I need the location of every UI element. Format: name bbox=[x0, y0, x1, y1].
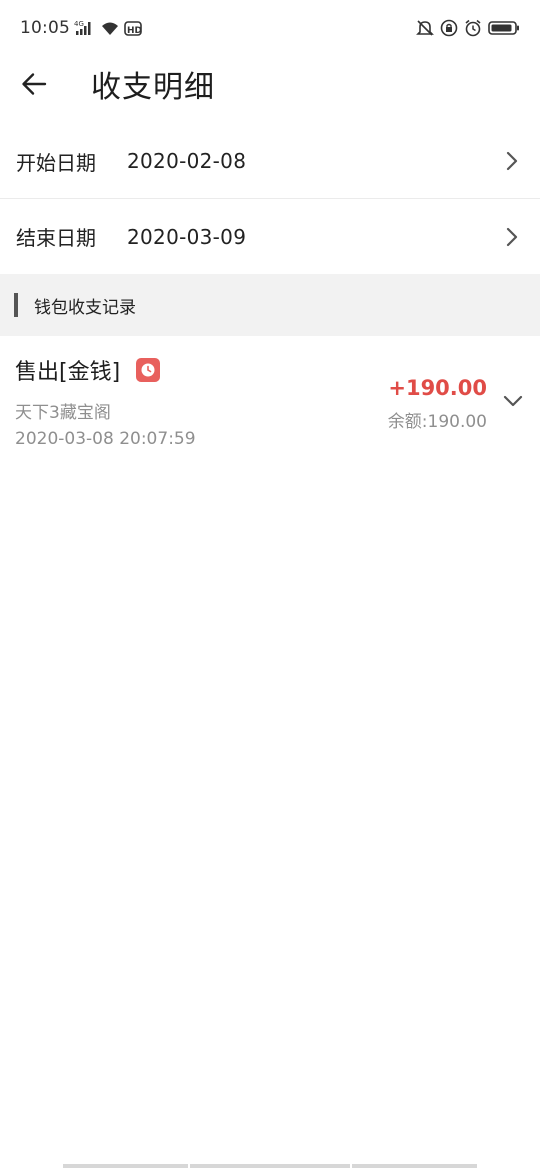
record-time: 2020-03-08 20:07:59 bbox=[15, 429, 196, 449]
balance-label: 余额: bbox=[387, 412, 428, 432]
section-accent-bar bbox=[14, 293, 18, 317]
record-source: 天下3藏宝阁 bbox=[15, 403, 111, 423]
section-header: 钱包收支记录 bbox=[0, 274, 540, 336]
hint-segment bbox=[63, 1164, 188, 1168]
record-amount: +190.00 bbox=[388, 376, 487, 400]
hd-label: HD bbox=[127, 26, 142, 36]
back-arrow-icon bbox=[20, 70, 48, 98]
record-title: 售出[金钱] bbox=[15, 360, 121, 385]
status-bar: 10:05 4G HD bbox=[0, 0, 540, 56]
status-time: 10:05 bbox=[20, 18, 70, 38]
list-item[interactable]: 售出[金钱] 天下3藏宝阁 2020-03-08 20:07:59 +190.0… bbox=[0, 336, 540, 464]
end-date-value: 2020-03-09 bbox=[127, 224, 247, 249]
record-title-row: 售出[金钱] bbox=[15, 354, 161, 386]
mute-icon bbox=[416, 19, 434, 37]
end-date-label: 结束日期 bbox=[16, 226, 96, 250]
chevron-down-icon[interactable] bbox=[501, 389, 525, 413]
section-title: 钱包收支记录 bbox=[34, 297, 136, 318]
status-left: 10:05 4G HD bbox=[20, 18, 142, 38]
lock-rotation-icon bbox=[440, 19, 458, 37]
start-date-label: 开始日期 bbox=[16, 150, 96, 175]
chevron-right-icon bbox=[500, 225, 524, 249]
signal-icon: 4G bbox=[74, 19, 96, 37]
hd-icon: HD bbox=[124, 19, 142, 37]
hint-segment bbox=[352, 1164, 477, 1168]
page-title: 收支明细 bbox=[91, 70, 215, 105]
end-date-row[interactable]: 结束日期 2020-03-09 bbox=[0, 199, 540, 274]
network-label: 4G bbox=[74, 20, 84, 28]
alarm-icon bbox=[464, 19, 482, 37]
start-date-value: 2020-02-08 bbox=[127, 149, 247, 173]
record-balance: 余额:190.00 bbox=[388, 407, 487, 432]
chevron-right-icon bbox=[500, 149, 524, 173]
header: 收支明细 bbox=[0, 56, 540, 112]
wifi-icon bbox=[100, 20, 120, 36]
status-right bbox=[416, 19, 520, 37]
back-button[interactable] bbox=[20, 62, 64, 106]
balance-value: 190.00 bbox=[427, 412, 487, 432]
gesture-hint-bar bbox=[0, 1164, 540, 1170]
battery-icon bbox=[488, 19, 520, 37]
record-list: 售出[金钱] 天下3藏宝阁 2020-03-08 20:07:59 +190.0… bbox=[0, 336, 540, 464]
hint-segment bbox=[190, 1164, 350, 1168]
start-date-row[interactable]: 开始日期 2020-02-08 bbox=[0, 124, 540, 199]
date-range-section: 开始日期 2020-02-08 结束日期 2020-03-09 bbox=[0, 124, 540, 274]
clock-icon bbox=[136, 358, 161, 382]
